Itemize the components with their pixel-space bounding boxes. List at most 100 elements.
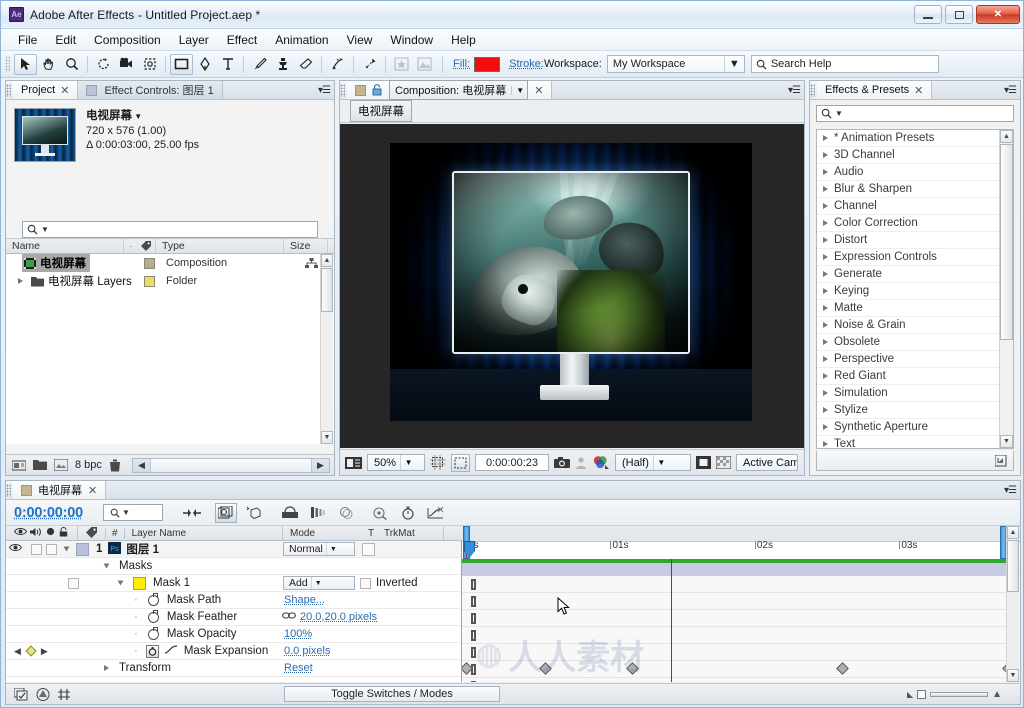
clone-stamp-tool[interactable] [271,54,294,75]
expand-triangle-icon[interactable] [823,237,828,243]
show-snapshot-icon[interactable] [575,456,587,470]
camera-view-select[interactable]: Active Came [736,454,798,471]
comp-mini-flowchart-icon[interactable] [14,687,28,701]
new-folder-small-icon[interactable] [995,454,1007,467]
timeline-grid-row[interactable]: I [462,661,1020,678]
fill-label[interactable]: Fill: [453,58,470,70]
snapshot-camera-icon[interactable] [554,456,570,469]
panel-menu-icon[interactable]: ▾☰ [1004,85,1017,96]
timeline-current-time[interactable]: 0:00:00:00 [14,505,83,521]
timeline-row-mask-feather[interactable]: · Mask Feather 20.0,20.0 pixels [6,609,461,626]
minimize-button[interactable] [914,5,942,24]
expand-triangle-icon[interactable] [823,271,828,277]
effects-category-row[interactable]: 3D Channel [817,147,1013,164]
grid-guides-icon[interactable] [430,455,446,470]
chevron-down-icon[interactable]: ▼ [400,455,416,470]
tab-timeline-comp[interactable]: 电视屏幕 ✕ [13,481,107,499]
menu-item-composition[interactable]: Composition [85,30,170,50]
effects-category-row[interactable]: Channel [817,198,1013,215]
project-horizontal-scrollbar[interactable]: ◀ ▶ [131,457,330,473]
maximize-button[interactable] [945,5,973,24]
masks-expand-triangle-icon[interactable] [103,563,110,569]
timeline-search-input[interactable]: ▼ [102,504,163,521]
timeline-vertical-scrollbar[interactable]: ▲ ▼ [1006,526,1019,682]
draft-3d-icon[interactable] [214,502,237,523]
expand-triangle-icon[interactable] [823,424,828,430]
expand-triangle-icon[interactable] [823,186,828,192]
effects-category-row[interactable]: Stylize [817,402,1013,419]
chevron-down-icon[interactable]: ▼ [723,56,744,72]
keyframe-diamond[interactable] [835,662,849,675]
mask-feather-stopwatch-icon[interactable] [147,609,159,623]
effects-category-row[interactable]: Generate [817,266,1013,283]
layer-expand-triangle-icon[interactable] [63,546,70,552]
layer-solo-toggle[interactable] [46,543,57,555]
scroll-right-icon[interactable]: ▶ [312,460,329,471]
effects-category-row[interactable]: Color Correction [817,215,1013,232]
rectangle-shape-tool[interactable] [170,53,193,75]
hand-tool[interactable] [37,54,60,75]
column-size[interactable]: Size [284,239,328,253]
effects-category-row[interactable]: * Animation Presets [817,130,1013,147]
rotation-tool[interactable] [92,54,115,75]
effects-category-row[interactable]: Red Giant [817,368,1013,385]
close-icon[interactable]: ✕ [88,484,97,497]
chevron-down-icon[interactable]: ▼ [511,85,524,95]
project-bit-depth[interactable]: 8 bpc [75,459,102,471]
scroll-left-icon[interactable]: ◀ [133,460,150,471]
expand-triangle-icon[interactable] [823,305,828,311]
mask-expand-triangle-icon[interactable] [117,580,124,586]
close-icon[interactable]: ✕ [534,84,543,97]
sort-asc-icon[interactable] [124,239,132,253]
panel-menu-icon[interactable]: ▾☰ [1004,485,1017,496]
expand-triangle-icon[interactable] [18,278,23,284]
resolution-select[interactable]: (Half) ▼ [615,454,691,471]
column-label-icon[interactable] [132,239,156,253]
mask-mode-select[interactable]: Add ▼ [283,576,355,590]
effects-category-row[interactable]: Text [817,436,1013,448]
expand-triangle-icon[interactable] [823,254,828,260]
delete-icon[interactable] [109,459,121,472]
mask-opacity-value[interactable]: 100% [284,628,312,640]
scroll-thumb[interactable] [321,268,333,312]
layer-visibility-toggle[interactable] [6,543,24,555]
mask-name[interactable]: Mask 1 [153,577,190,589]
selection-tool[interactable] [14,53,37,75]
timeline-zoom-slider[interactable]: ◣ ▲ [907,689,1002,700]
layer-label-color[interactable] [76,542,89,556]
effects-category-row[interactable]: Synthetic Aperture [817,419,1013,436]
label-color-chip[interactable] [144,275,155,287]
column-name[interactable]: Name [6,239,124,253]
panel-grip[interactable] [6,83,11,97]
timeline-row-layer[interactable]: 1 Ps 图层 1 Normal ▼ [6,541,461,558]
puppet-pin-tool[interactable] [358,54,381,75]
favorite-star-icon[interactable] [390,54,413,75]
expand-triangle-icon[interactable] [823,288,828,294]
timeline-row-transform[interactable]: Transform Reset [6,660,461,677]
timeline-grid-row[interactable]: I [462,576,1020,593]
menu-item-view[interactable]: View [338,30,382,50]
expand-triangle-icon[interactable] [823,339,828,345]
effects-category-row[interactable]: Expression Controls [817,249,1013,266]
prev-keyframe-icon[interactable]: ◀ [14,646,21,657]
channels-icon[interactable] [592,455,610,470]
tab-effects-presets[interactable]: Effects & Presets ✕ [817,81,933,99]
panel-grip[interactable] [340,83,345,97]
image-panel-icon[interactable] [413,54,436,75]
effects-search-input[interactable]: ▼ [816,105,1014,122]
timeline-row-mask-path[interactable]: · Mask Path Shape... [6,592,461,609]
scroll-up-icon[interactable]: ▲ [1007,526,1019,539]
breadcrumb[interactable]: 电视屏幕 [350,100,412,122]
scroll-down-icon[interactable]: ▼ [1007,669,1019,682]
close-button[interactable]: ✕ [976,5,1020,24]
tab-project[interactable]: Project ✕ [13,81,79,99]
keyframe-navigator[interactable]: ◀ ▶ [14,645,48,657]
mask-color-swatch[interactable] [133,576,146,590]
mask-lock-box[interactable] [68,577,79,589]
keyframe-diamond[interactable] [539,662,553,675]
effects-category-row[interactable]: Perspective [817,351,1013,368]
expand-triangle-icon[interactable] [823,169,828,175]
graph-curve-icon[interactable] [164,645,178,657]
column-mode[interactable]: Mode [282,526,315,540]
timeline-grid-row[interactable]: I [462,678,1020,682]
